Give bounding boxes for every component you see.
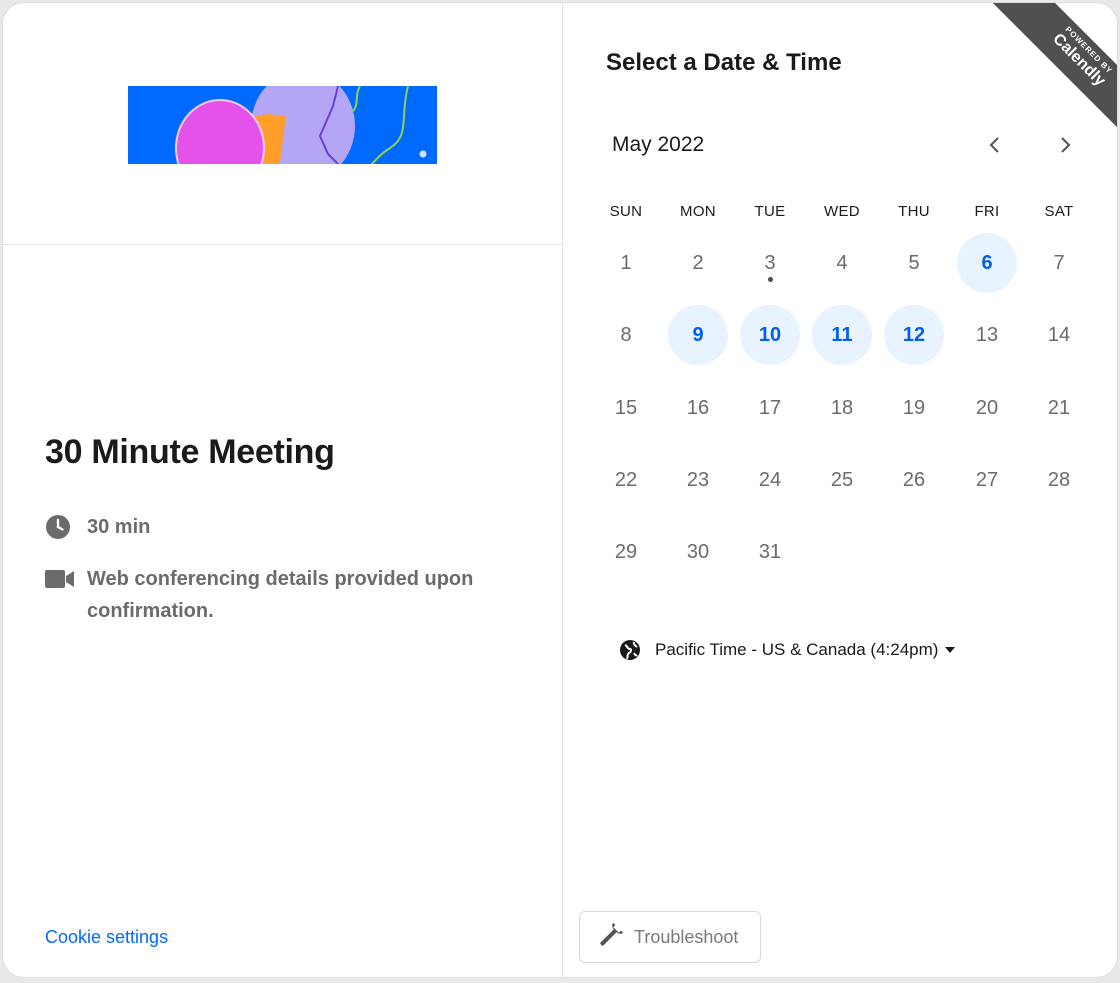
day-7: 7 — [1029, 233, 1089, 293]
day-number: 22 — [614, 468, 638, 491]
troubleshoot-button[interactable]: Troubleshoot — [579, 911, 761, 963]
available-day-9[interactable]: 9 — [668, 305, 728, 365]
day-number: 16 — [686, 396, 710, 419]
day-number: 20 — [975, 396, 999, 419]
day-number: 25 — [830, 468, 854, 491]
day-number: 14 — [1047, 323, 1071, 346]
weekday-thu: THU — [898, 203, 930, 220]
duration-label: 30 min — [87, 516, 151, 538]
day-number: 5 — [908, 251, 920, 274]
day-number: 15 — [614, 396, 638, 419]
month-label: May 2022 — [612, 133, 705, 156]
day-30: 30 — [668, 522, 728, 582]
day-number: 18 — [830, 396, 854, 419]
day-20: 20 — [957, 378, 1017, 438]
day-31: 31 — [740, 522, 800, 582]
day-5: 5 — [884, 233, 944, 293]
day-29: 29 — [596, 522, 656, 582]
weekday-fri: FRI — [974, 203, 1000, 220]
weekday-sun: SUN — [609, 203, 643, 220]
day-16: 16 — [668, 378, 728, 438]
day-13: 13 — [957, 305, 1017, 365]
day-number: 29 — [614, 540, 638, 563]
caret-down-icon — [944, 646, 956, 654]
logo-area — [3, 3, 562, 245]
day-27: 27 — [957, 450, 1017, 510]
day-number: 13 — [975, 323, 999, 346]
available-day-11[interactable]: 11 — [812, 305, 872, 365]
available-day-10[interactable]: 10 — [740, 305, 800, 365]
booking-card: 30 Minute Meeting 30 min Web conferencin… — [2, 2, 1118, 978]
day-8: 8 — [596, 305, 656, 365]
day-number: 9 — [692, 323, 704, 346]
day-number: 30 — [686, 540, 710, 563]
clock-icon — [45, 511, 75, 543]
organization-logo-banner — [128, 86, 437, 164]
day-number: 23 — [686, 468, 710, 491]
day-number: 21 — [1047, 396, 1071, 419]
day-number: 17 — [758, 396, 782, 419]
weekday-mon: MON — [680, 203, 716, 220]
day-24: 24 — [740, 450, 800, 510]
day-22: 22 — [596, 450, 656, 510]
day-1: 1 — [596, 233, 656, 293]
day-number: 1 — [620, 251, 632, 274]
today-indicator-dot — [768, 277, 773, 282]
powered-by-calendly-ribbon[interactable]: POWERED BY Calendly — [967, 3, 1117, 153]
calendly-brand-text: Calendly — [1049, 30, 1109, 90]
timezone-label: Pacific Time - US & Canada (4:24pm) — [655, 640, 939, 659]
event-conferencing: Web conferencing details provided upon c… — [45, 563, 525, 627]
day-number: 2 — [692, 251, 704, 274]
day-number: 8 — [620, 323, 632, 346]
event-title: 30 Minute Meeting — [45, 433, 335, 471]
section-title: Select a Date & Time — [606, 49, 842, 76]
day-26: 26 — [884, 450, 944, 510]
day-15: 15 — [596, 378, 656, 438]
wrench-icon — [594, 922, 624, 952]
day-18: 18 — [812, 378, 872, 438]
day-number: 6 — [981, 251, 993, 274]
cookie-settings-link[interactable]: Cookie settings — [45, 927, 168, 948]
event-details-panel: 30 Minute Meeting 30 min Web conferencin… — [3, 3, 563, 977]
troubleshoot-label: Troubleshoot — [634, 926, 739, 947]
day-2: 2 — [668, 233, 728, 293]
day-17: 17 — [740, 378, 800, 438]
day-4: 4 — [812, 233, 872, 293]
day-number: 10 — [758, 323, 782, 346]
ribbon-band: POWERED BY Calendly — [983, 3, 1117, 153]
globe-icon — [619, 639, 641, 661]
day-14: 14 — [1029, 305, 1089, 365]
day-number: 26 — [902, 468, 926, 491]
day-28: 28 — [1029, 450, 1089, 510]
weekday-tue: TUE — [754, 203, 786, 220]
conferencing-label: Web conferencing details provided upon c… — [87, 568, 474, 622]
day-3: 3 — [740, 233, 800, 293]
day-number: 31 — [758, 540, 782, 563]
day-19: 19 — [884, 378, 944, 438]
weekday-sat: SAT — [1044, 203, 1074, 220]
day-number: 7 — [1053, 251, 1065, 274]
day-number: 11 — [831, 323, 853, 346]
day-25: 25 — [812, 450, 872, 510]
day-21: 21 — [1029, 378, 1089, 438]
day-number: 12 — [902, 323, 926, 346]
day-number: 24 — [758, 468, 782, 491]
video-camera-icon — [45, 563, 75, 595]
day-number: 4 — [836, 251, 848, 274]
timezone-selector[interactable]: Pacific Time - US & Canada (4:24pm) — [619, 639, 956, 661]
available-day-6[interactable]: 6 — [957, 233, 1017, 293]
weekday-wed: WED — [824, 203, 860, 220]
day-number: 27 — [975, 468, 999, 491]
day-number: 3 — [764, 251, 776, 274]
day-number: 19 — [902, 396, 926, 419]
available-day-12[interactable]: 12 — [884, 305, 944, 365]
day-23: 23 — [668, 450, 728, 510]
day-number: 28 — [1047, 468, 1071, 491]
event-duration: 30 min — [45, 511, 150, 543]
